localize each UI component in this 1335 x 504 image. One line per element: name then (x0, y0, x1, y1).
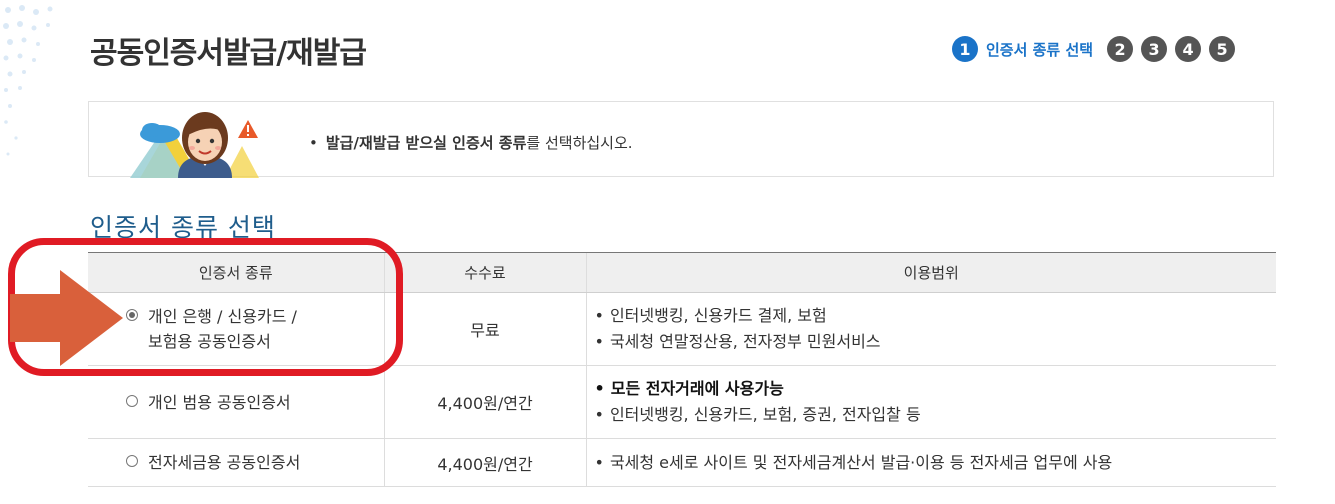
notice-bullet: • (309, 134, 318, 152)
scope-bullet: • (594, 306, 604, 325)
scope-cell: • 모든 전자거래에 사용가능 • 인터넷뱅킹, 신용카드, 보험, 증권, 전자입… (585, 365, 1276, 439)
scope-bullet: • (594, 452, 604, 472)
cert-type-cell: 전자세금용 공동인증서 (88, 438, 384, 487)
page-title: 공동인증서발급/재발급 (90, 36, 367, 71)
scope-text: 인터넷뱅킹, 신용카드 결제, 보험 (609, 306, 827, 325)
cert-option-e-tax[interactable]: 전자세금용 공동인증서 (126, 450, 383, 475)
step-3-circle: 3 (1141, 36, 1168, 62)
scope-line: • 국세청 연말정산용, 전자정부 민원서비스 (595, 329, 1276, 355)
fee-cell: 4,400원/연간 (383, 365, 586, 439)
fee-cell: 4,400원/연간 (383, 438, 586, 487)
notice-bold-text: 발급/재발급 받으실 인증서 종류 (325, 134, 527, 152)
scope-bullet: • (594, 379, 605, 398)
scope-line: • 국세청 e세로 사이트 및 전자세금계산서 발급·이용 등 전자세금 업무에 … (595, 450, 1276, 476)
step-5-circle: 5 (1209, 36, 1236, 62)
scope-cell: • 인터넷뱅킹, 신용카드 결제, 보험 • 국세청 연말정산용, 전자정부 민원서… (585, 292, 1276, 366)
scope-bullet: • (594, 332, 604, 351)
scope-text: 인터넷뱅킹, 신용카드, 보험, 증권, 전자입찰 등 (609, 405, 921, 424)
header-fee: 수수료 (383, 252, 586, 293)
scope-cell: • 국세청 e세로 사이트 및 전자세금계산서 발급·이용 등 전자세금 업무에 … (585, 438, 1276, 487)
scope-text: 모든 전자거래에 사용가능 (610, 379, 784, 398)
scope-line: • 인터넷뱅킹, 신용카드 결제, 보험 (595, 303, 1276, 329)
step-2-circle: 2 (1107, 36, 1134, 62)
mascot-illustration (130, 112, 259, 178)
radio-button[interactable] (126, 455, 138, 467)
scope-line: • 모든 전자거래에 사용가능 (595, 376, 1276, 402)
fee-cell: 무료 (383, 292, 586, 366)
cert-type-label: 전자세금용 공동인증서 (148, 453, 301, 472)
scope-text: 국세청 e세로 사이트 및 전자세금계산서 발급·이용 등 전자세금 업무에 사… (609, 452, 1113, 472)
radio-button[interactable] (126, 394, 138, 407)
table-row: 개인 범용 공동인증서 4,400원/연간 • 모든 전자거래에 사용가능 • 인터… (88, 365, 1276, 439)
cert-type-cell: 개인 범용 공동인증서 (88, 365, 384, 439)
notice-text: • 발급/재발급 받으실 인증서 종류를 선택하십시오. (309, 132, 633, 153)
scope-line: • 인터넷뱅킹, 신용카드, 보험, 증권, 전자입찰 등 (595, 402, 1276, 428)
arrow-annotation-icon (10, 270, 123, 366)
cert-type-label: 개인 범용 공동인증서 (148, 392, 291, 412)
header-scope: 이용범위 (585, 252, 1276, 293)
scope-text: 국세청 연말정산용, 전자정부 민원서비스 (609, 332, 881, 351)
table-row: 전자세금용 공동인증서 4,400원/연간 • 국세청 e세로 사이트 및 전자세… (88, 438, 1276, 487)
current-step-label: 인증서 종류 선택 (986, 40, 1094, 59)
notice-normal-text: 를 선택하십시오. (526, 134, 633, 152)
step-indicator: 1 인증서 종류 선택 2 3 4 5 (952, 36, 1236, 62)
scope-bullet: • (594, 405, 604, 424)
cert-option-personal-general[interactable]: 개인 범용 공동인증서 (126, 390, 383, 415)
step-4-circle: 4 (1175, 36, 1202, 62)
step-1-circle: 1 (952, 36, 978, 62)
